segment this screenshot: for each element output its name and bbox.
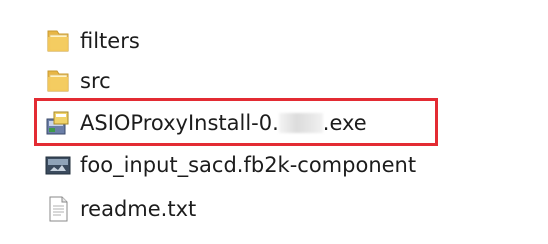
list-item-src[interactable]: src — [44, 63, 111, 99]
list-item-readme[interactable]: readme.txt — [44, 191, 196, 227]
component-file-icon — [44, 151, 72, 179]
list-item-asioproxy-installer[interactable]: ASIOProxyInstall-0. .exe — [44, 105, 367, 141]
file-name: ASIOProxyInstall-0. .exe — [80, 111, 367, 135]
file-name: filters — [80, 29, 140, 53]
file-name: src — [80, 69, 111, 93]
folder-icon — [44, 27, 72, 55]
installer-icon — [44, 109, 72, 137]
folder-icon — [44, 67, 72, 95]
redacted-version — [278, 113, 323, 133]
list-item-filters[interactable]: filters — [44, 23, 140, 59]
text-file-icon — [44, 195, 72, 223]
file-name: foo_input_sacd.fb2k-component — [80, 153, 417, 177]
list-item-foo-input-sacd[interactable]: foo_input_sacd.fb2k-component — [44, 147, 416, 183]
file-list: filters src ASIOProxyInstall-0. .exe foo… — [0, 0, 548, 244]
file-name: readme.txt — [80, 197, 197, 221]
